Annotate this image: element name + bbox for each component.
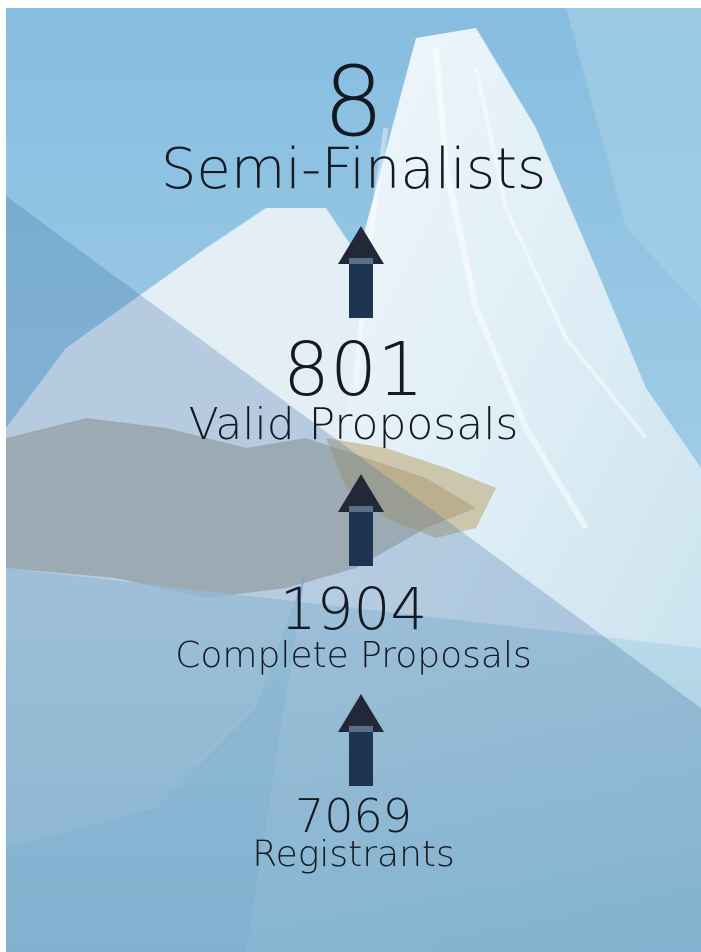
- valid-proposals-count: 801: [282, 327, 425, 413]
- funnel-stage-semi-finalists: 8 Semi-Finalists: [6, 54, 701, 198]
- up-arrow-icon: [338, 474, 384, 566]
- valid-proposals-label: Valid Proposals: [188, 399, 519, 450]
- up-arrow-icon: [338, 694, 384, 786]
- funnel-stage-valid-proposals: 801 Valid Proposals: [6, 333, 701, 447]
- semi-finalists-count: 8: [322, 46, 385, 158]
- complete-proposals-count: 1904: [279, 575, 428, 643]
- semi-finalists-label: Semi-Finalists: [160, 137, 547, 202]
- registrants-count: 7069: [294, 789, 413, 843]
- funnel-poster: 8 Semi-Finalists 801 Valid Proposals 190…: [6, 8, 701, 952]
- funnel-stage-registrants: 7069 Registrants: [6, 793, 701, 873]
- registrants-label: Registrants: [252, 834, 455, 875]
- complete-proposals-label: Complete Proposals: [175, 635, 532, 676]
- funnel-stage-complete-proposals: 1904 Complete Proposals: [6, 580, 701, 674]
- up-arrow-icon: [338, 226, 384, 318]
